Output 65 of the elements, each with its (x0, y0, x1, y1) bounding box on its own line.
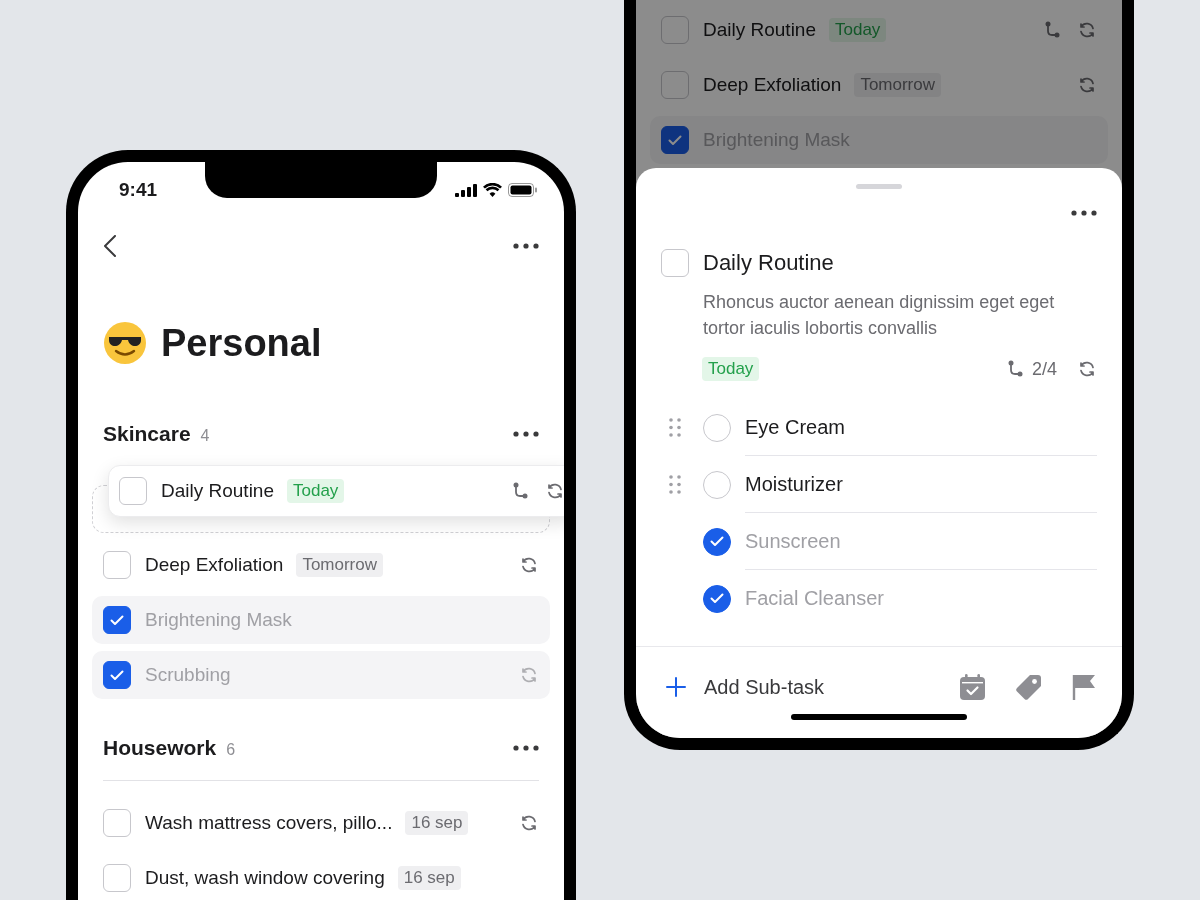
plus-icon[interactable] (666, 677, 686, 697)
dragged-task-card[interactable]: Daily Routine Today (108, 465, 564, 517)
checkmark-icon (710, 536, 724, 547)
checkmark-icon (110, 669, 124, 681)
flag-icon[interactable] (1072, 674, 1096, 700)
task-title: Daily Routine (703, 250, 834, 276)
checkmark-icon (668, 134, 682, 146)
subtask-checkbox[interactable] (703, 527, 731, 556)
checkbox[interactable] (103, 864, 131, 892)
due-date-tag: Tomorrow (296, 553, 383, 577)
checkmark-icon (710, 593, 724, 604)
completed-task-row[interactable]: Scrubbing (92, 651, 550, 699)
completed-task-row[interactable]: Brightening Mask (92, 596, 550, 644)
checkmark-icon (110, 614, 124, 626)
task-title: Dust, wash window covering (145, 867, 385, 889)
checkbox[interactable] (103, 551, 131, 579)
more-icon[interactable] (513, 243, 539, 249)
subtask-count: 2/4 (1031, 358, 1057, 380)
signal-icon (455, 183, 477, 197)
task-description: Rhoncus auctor aenean dignissim eget eget tortor iaculis lobortis convallis (703, 291, 1056, 340)
checkbox[interactable] (661, 126, 689, 154)
checkbox[interactable] (661, 71, 689, 99)
task-title: Wash mattress covers, pillo... (145, 812, 393, 834)
checkbox[interactable] (661, 16, 689, 44)
checkbox[interactable] (103, 606, 131, 634)
due-date-tag: 16 sep (405, 811, 469, 835)
back-icon[interactable] (103, 235, 117, 257)
task-title: Deep Exfoliation (703, 74, 842, 96)
subtask-title: Moisturizer (745, 472, 843, 496)
task-title: Deep Exfoliation (145, 554, 284, 576)
status-time: 9:41 (119, 179, 158, 201)
due-date-tag: Tomorrow (854, 73, 941, 97)
drag-handle-icon[interactable] (669, 418, 682, 437)
battery-icon (508, 183, 537, 197)
checkbox[interactable] (103, 661, 131, 689)
add-subtask-button[interactable]: Add Sub-task (704, 675, 825, 699)
task-title: Daily Routine (703, 19, 816, 41)
sheet-handle[interactable] (856, 184, 902, 189)
checkbox[interactable] (661, 249, 689, 277)
wifi-icon (483, 183, 502, 197)
more-icon[interactable] (513, 745, 539, 751)
due-date-tag: Today (702, 357, 760, 381)
group-count: 4 (200, 427, 210, 445)
drag-handle-icon[interactable] (669, 475, 682, 494)
calendar-check-icon[interactable] (960, 674, 985, 700)
subtask-title: Facial Cleanser (745, 587, 884, 610)
task-title: Brightening Mask (145, 609, 292, 631)
checkbox[interactable] (103, 809, 131, 837)
due-date-tag: 16 sep (397, 866, 461, 890)
group-title: Skincare (103, 422, 191, 446)
list-title: Personal (161, 321, 322, 365)
subtask-title: Sunscreen (745, 529, 841, 553)
checkbox[interactable] (119, 477, 147, 505)
task-title: Scrubbing (145, 664, 231, 686)
subtask-title: Eye Cream (745, 415, 846, 439)
group-title: Housework (103, 736, 217, 760)
sunglasses-smiley-icon (103, 321, 147, 365)
group-count: 6 (226, 741, 236, 759)
due-date-tag: Today (287, 479, 345, 503)
subtask-checkbox[interactable] (703, 584, 731, 613)
task-title: Daily Routine (161, 480, 274, 502)
due-date-tag: Today (829, 18, 887, 42)
more-icon[interactable] (1071, 210, 1097, 216)
more-icon[interactable] (513, 431, 539, 437)
tag-icon[interactable] (1015, 673, 1042, 701)
